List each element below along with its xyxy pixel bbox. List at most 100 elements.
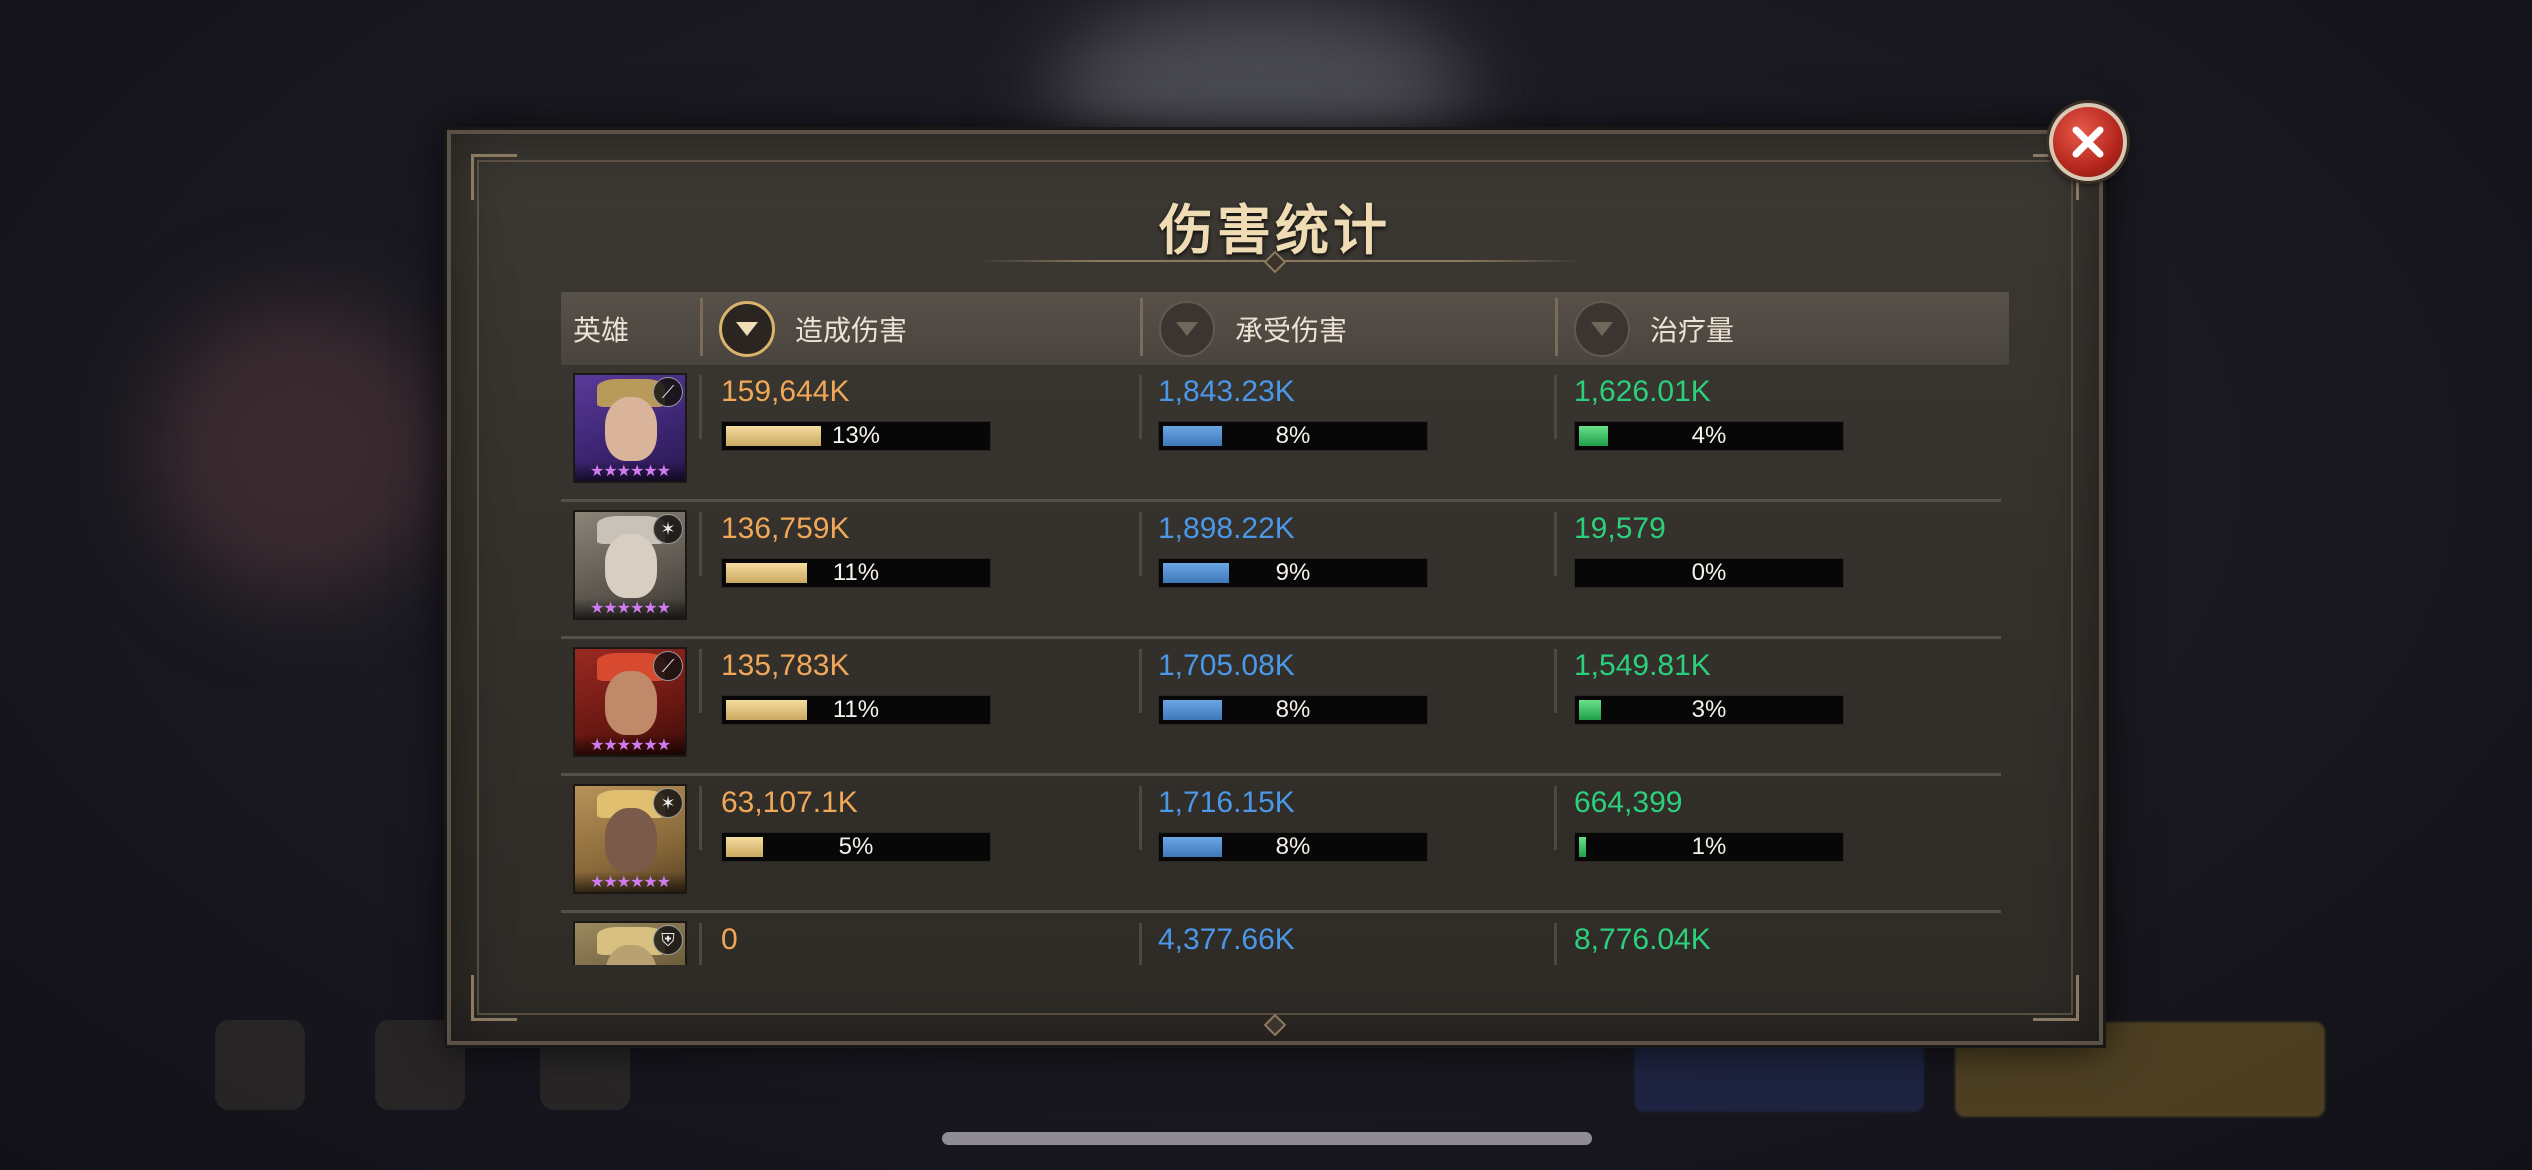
healing-percent: 3% — [1691, 696, 1727, 723]
hero-portrait[interactable]: ✶ ★★★★★★ — [573, 784, 687, 894]
healing-percent: 4% — [1691, 422, 1727, 449]
column-divider — [699, 375, 702, 439]
close-icon — [2072, 126, 2104, 158]
hero-face — [605, 808, 657, 872]
header-damage-dealt-label: 造成伤害 — [795, 313, 908, 347]
healing-bar: 1% — [1574, 832, 1844, 862]
damage-taken-value: 1,705.08K — [1158, 649, 1295, 682]
bottom-ornament — [1263, 1013, 1287, 1037]
header-damage-dealt[interactable]: 造成伤害 — [719, 292, 907, 365]
damage-dealt-bar: 11% — [721, 558, 991, 588]
hero-portrait[interactable]: ⛨ — [573, 921, 687, 965]
damage-dealt-percent: 11% — [832, 696, 880, 723]
frame-corner — [471, 975, 517, 1021]
healing-percent: 0% — [1691, 559, 1727, 586]
healing-bar: 0% — [1574, 558, 1844, 588]
healing-value: 1,549.81K — [1574, 649, 1711, 682]
hero-stars: ★★★★★★ — [575, 598, 685, 618]
damage-dealt-bar: 11% — [721, 695, 991, 725]
bow-icon: ⟋ — [653, 651, 683, 681]
column-divider — [699, 649, 702, 713]
healing-value: 8,776.04K — [1574, 923, 1711, 956]
header-divider — [1140, 298, 1143, 356]
healing-percent: 1% — [1691, 833, 1727, 860]
column-divider — [1554, 923, 1557, 965]
hero-face — [605, 671, 657, 735]
healing-value: 19,579 — [1574, 512, 1666, 545]
hero-portrait[interactable]: ⟋ ★★★★★★ — [573, 647, 687, 757]
column-divider — [699, 923, 702, 965]
sort-damage-dealt-button[interactable] — [719, 300, 775, 357]
damage-dealt-percent: 11% — [832, 559, 880, 586]
header-hero: 英雄 — [573, 313, 630, 347]
stats-table: 英雄 造成伤害 承受伤害 治疗量 ⟋ ★★★★★★ 159,644K 13% 1… — [561, 292, 2009, 965]
bow-icon: ⟋ — [653, 377, 683, 407]
table-header: 英雄 造成伤害 承受伤害 治疗量 — [561, 292, 2009, 365]
column-divider — [1139, 512, 1142, 576]
hero-face — [605, 534, 657, 598]
healing-value: 1,626.01K — [1574, 375, 1711, 408]
damage-dealt-value: 135,783K — [721, 649, 850, 682]
damage-dealt-value: 159,644K — [721, 375, 850, 408]
hero-portrait[interactable]: ✶ ★★★★★★ — [573, 510, 687, 620]
damage-taken-percent: 9% — [1275, 559, 1311, 586]
frame-corner — [2033, 975, 2079, 1021]
hero-stars: ★★★★★★ — [575, 735, 685, 755]
shield-icon: ⛨ — [653, 925, 683, 955]
damage-dealt-value: 136,759K — [721, 512, 850, 545]
damage-dealt-value: 0 — [721, 923, 738, 956]
hero-stars: ★★★★★★ — [575, 461, 685, 481]
column-divider — [1554, 786, 1557, 850]
column-divider — [1139, 375, 1142, 439]
header-damage-taken[interactable]: 承受伤害 — [1159, 292, 1347, 365]
damage-dealt-value: 63,107.1K — [721, 786, 858, 819]
header-healing-label: 治疗量 — [1650, 313, 1735, 347]
damage-dealt-percent: 5% — [838, 833, 874, 860]
column-divider — [1554, 375, 1557, 439]
damage-taken-bar: 8% — [1158, 695, 1428, 725]
damage-taken-bar: 8% — [1158, 832, 1428, 862]
sort-damage-taken-button[interactable] — [1159, 300, 1215, 357]
column-divider — [1139, 649, 1142, 713]
table-row[interactable]: ✶ ★★★★★★ 136,759K 11% 1,898.22K 9% 19,57… — [561, 502, 2001, 639]
table-row[interactable]: ⟋ ★★★★★★ 135,783K 11% 1,705.08K 8% 1,549… — [561, 639, 2001, 776]
damage-dealt-bar: 5% — [721, 832, 991, 862]
damage-dealt-bar: 13% — [721, 421, 991, 451]
healing-bar: 4% — [1574, 421, 1844, 451]
damage-stats-dialog: 伤害统计 英雄 造成伤害 承受伤害 治疗量 ⟋ ★★★★★★ 159,644K … — [447, 130, 2103, 1045]
column-divider — [1139, 923, 1142, 965]
healing-value: 664,399 — [1574, 786, 1683, 819]
bg-shadow — [150, 300, 450, 600]
damage-taken-bar: 9% — [1158, 558, 1428, 588]
bg-button — [1634, 1040, 1924, 1112]
column-divider — [699, 512, 702, 576]
damage-taken-percent: 8% — [1275, 422, 1311, 449]
close-button[interactable] — [2049, 103, 2127, 181]
bg-menu-icon — [215, 1020, 305, 1110]
damage-taken-percent: 8% — [1275, 833, 1311, 860]
damage-taken-percent: 8% — [1275, 696, 1311, 723]
staff-icon: ✶ — [653, 514, 683, 544]
column-divider — [1139, 786, 1142, 850]
header-damage-taken-label: 承受伤害 — [1235, 313, 1348, 347]
damage-taken-value: 1,843.23K — [1158, 375, 1295, 408]
table-row[interactable]: ⟋ ★★★★★★ 159,644K 13% 1,843.23K 8% 1,626… — [561, 365, 2001, 502]
header-divider — [700, 298, 703, 356]
sort-healing-button[interactable] — [1574, 300, 1630, 357]
table-row[interactable]: ⛨ 0 4,377.66K 8,776.04K — [561, 913, 2001, 965]
staff-icon: ✶ — [653, 788, 683, 818]
damage-dealt-percent: 13% — [831, 422, 881, 449]
header-healing[interactable]: 治疗量 — [1574, 292, 1734, 365]
damage-taken-value: 1,898.22K — [1158, 512, 1295, 545]
sort-down-icon — [1591, 321, 1613, 336]
damage-taken-bar: 8% — [1158, 421, 1428, 451]
home-indicator[interactable] — [942, 1132, 1592, 1145]
damage-taken-value: 1,716.15K — [1158, 786, 1295, 819]
table-row[interactable]: ✶ ★★★★★★ 63,107.1K 5% 1,716.15K 8% 664,3… — [561, 776, 2001, 913]
sort-down-icon — [1176, 321, 1198, 336]
column-divider — [1554, 512, 1557, 576]
hero-face — [605, 397, 657, 461]
table-body[interactable]: ⟋ ★★★★★★ 159,644K 13% 1,843.23K 8% 1,626… — [561, 365, 2009, 965]
hero-portrait[interactable]: ⟋ ★★★★★★ — [573, 373, 687, 483]
header-divider — [1555, 298, 1558, 356]
